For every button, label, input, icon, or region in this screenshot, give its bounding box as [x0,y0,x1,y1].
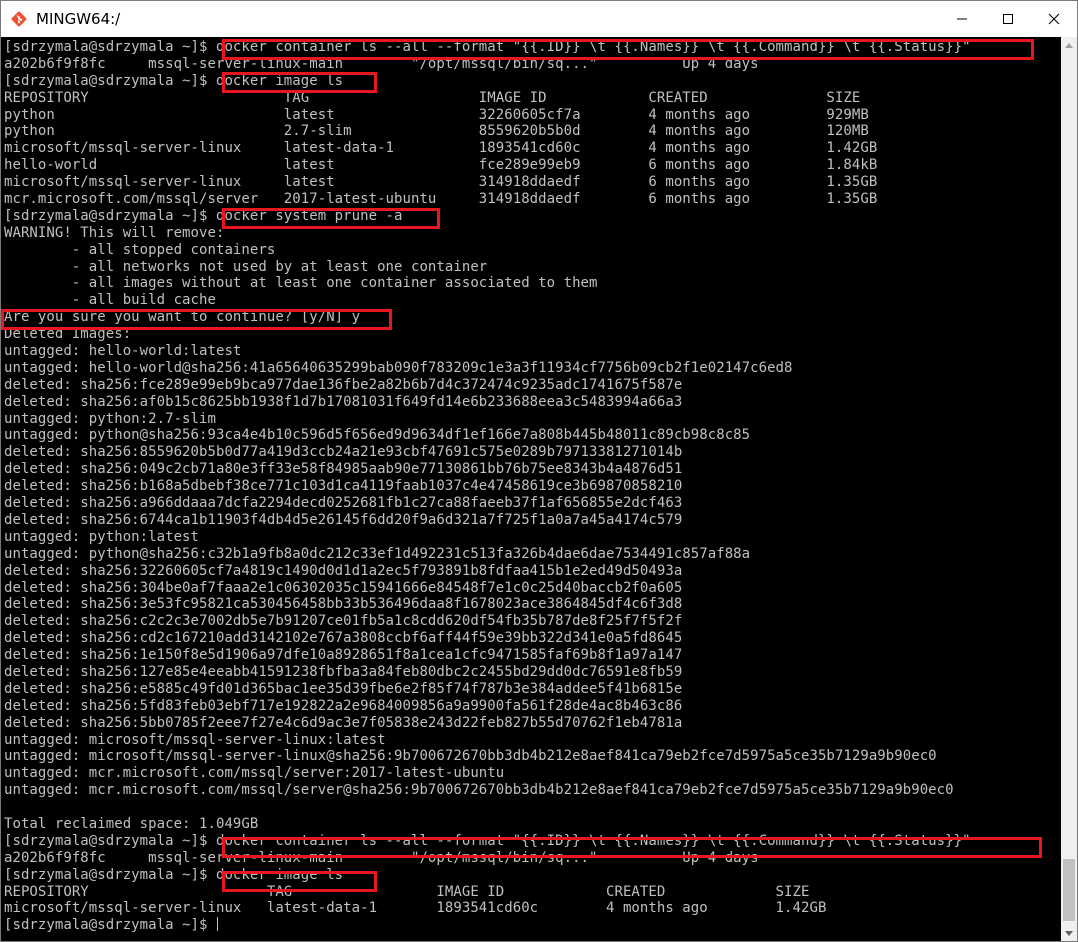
terminal-output[interactable]: [sdrzymala@sdrzymala ~]$ docker containe… [1,37,1061,941]
terminal-line: - all images without at least one contai… [4,275,598,292]
terminal-line: untagged: mcr.microsoft.com/mssql/server… [4,765,505,782]
terminal-line: deleted: sha256:a966ddaaa7dcfa2294decd02… [4,495,683,512]
terminal-line: deleted: sha256:1e150f8e5d1906a97dfe10a8… [4,647,683,664]
terminal-line: deleted: sha256:5fd83feb03ebf717e192822a… [4,697,683,714]
terminal-line: hello-world latest fce289e99eb9 6 months… [4,157,878,174]
terminal-line: deleted: sha256:b168a5dbebf38ce771c103d1… [4,478,683,495]
vertical-scrollbar[interactable] [1061,37,1077,941]
terminal-line: microsoft/mssql-server-linux latest 3149… [4,174,878,191]
terminal-line: python latest 32260605cf7a 4 months ago … [4,106,869,123]
terminal-line: [sdrzymala@sdrzymala ~]$ docker image ls [4,72,344,89]
terminal-line: untagged: mcr.microsoft.com/mssql/server… [4,782,954,799]
terminal-line: untagged: hello-world:latest [4,343,242,360]
terminal-lines: [sdrzymala@sdrzymala ~]$ docker containe… [4,39,971,934]
scroll-thumb[interactable] [1063,859,1075,921]
terminal-line: deleted: sha256:127e85e4eeabb41591238fbf… [4,663,683,680]
terminal-line: deleted: sha256:3e53fc95821ca530456458bb… [4,596,683,613]
terminal-line: - all build cache [4,292,216,309]
window-title: MINGW64:/ [36,10,121,28]
terminal-line: [sdrzymala@sdrzymala ~]$ docker system p… [4,207,403,224]
terminal-line: mcr.microsoft.com/mssql/server 2017-late… [4,191,878,208]
terminal-line: [sdrzymala@sdrzymala ~]$ [4,917,218,934]
close-icon [1048,13,1060,25]
terminal-line: untagged: hello-world@sha256:41a65640635… [4,359,793,376]
terminal-line: untagged: python:latest [4,528,200,545]
maximize-icon [1003,14,1013,24]
terminal-line: python 2.7-slim 8559620b5b0d 4 months ag… [4,123,869,140]
terminal-line: deleted: sha256:304be0af7faaa2e1c0630203… [4,579,683,596]
terminal-line: untagged: microsoft/mssql-server-linux@s… [4,748,937,765]
terminal-line: untagged: microsoft/mssql-server-linux:l… [4,731,386,748]
terminal-line: - all stopped containers [4,241,276,258]
scroll-down-arrow-icon[interactable] [1061,925,1077,941]
terminal-line: deleted: sha256:c2c2c3e7002db5e7b91207ce… [4,613,683,630]
terminal-line: deleted: sha256:af0b15c8625bb1938f1d7b17… [4,393,683,410]
terminal-line: [sdrzymala@sdrzymala ~]$ docker image ls [4,866,344,883]
terminal-window: MINGW64:/ [sdrzymala@sdrzymala ~]$ docke… [0,0,1078,942]
minimize-button[interactable] [939,1,985,37]
highlight-image-ls-command [222,72,377,93]
terminal-line: - all networks not used by at least one … [4,258,488,275]
maximize-button[interactable] [985,1,1031,37]
terminal-line: deleted: sha256:049c2cb71a80e3ff33e58f84… [4,461,683,478]
terminal-line: REPOSITORY TAG IMAGE ID CREATED SIZE [4,883,810,900]
close-button[interactable] [1031,1,1077,37]
terminal-line: deleted: sha256:cd2c167210add3142102e767… [4,630,683,647]
terminal-line: REPOSITORY TAG IMAGE ID CREATED SIZE [4,89,861,106]
minimize-icon [957,18,967,20]
terminal-line: microsoft/mssql-server-linux latest-data… [4,900,827,917]
terminal-line: microsoft/mssql-server-linux latest-data… [4,140,878,157]
terminal-line: deleted: sha256:fce289e99eb9bca977dae136… [4,376,683,393]
title-bar[interactable]: MINGW64:/ [1,1,1077,37]
highlight-container-ls-command-2 [222,837,1042,858]
terminal-line: WARNING! This will remove: [4,224,225,241]
terminal-line: untagged: python@sha256:93ca4e4b10c596d5… [4,427,751,444]
scroll-up-arrow-icon[interactable] [1061,37,1077,53]
highlight-image-ls-command-2 [222,871,377,892]
git-bash-icon [11,11,27,27]
terminal-line: untagged: python@sha256:c32b1a9fb8a0dc21… [4,545,751,562]
terminal-line: deleted: sha256:e5885c49fd01d365bac1ee35… [4,680,683,697]
terminal-line: deleted: sha256:32260605cf7a4819c1490d0d… [4,562,683,579]
terminal-line: untagged: python:2.7-slim [4,410,216,427]
highlight-prune-command [222,208,440,229]
terminal-line: deleted: sha256:6744ca1b11903f4db4d5e261… [4,511,683,528]
terminal-line: deleted: sha256:8559620b5b0d77a419d3ccb2… [4,444,683,461]
highlight-container-ls-command [222,39,1034,60]
highlight-confirm-prompt [1,309,392,330]
text-cursor [216,917,218,932]
terminal-line: Total reclaimed space: 1.049GB [4,815,259,832]
terminal-line: deleted: sha256:5bb0785f2eee7f27e4c6d9ac… [4,714,683,731]
